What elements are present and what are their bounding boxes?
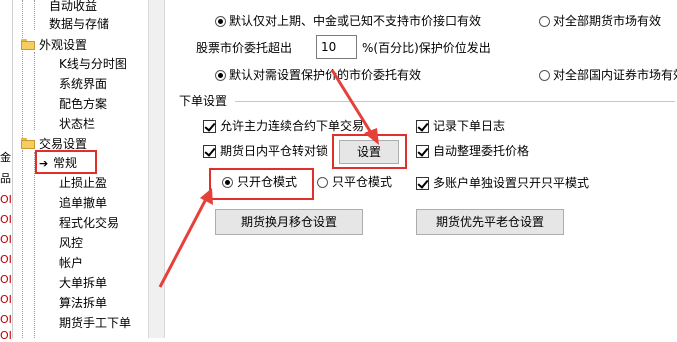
highlight-box-setup [332,134,407,169]
left-edge-panel: 金品 OI OI OI OI OI OI OI OI [0,0,13,342]
left-strip-label: OI [0,253,12,266]
checkbox-main-contract[interactable] [203,120,216,133]
radio-default-specific[interactable] [215,16,226,27]
checkbox-order-log[interactable] [416,120,429,133]
checkbox-multi-account-mode[interactable] [416,177,429,190]
radio-default-protect-price[interactable] [215,70,226,81]
tree-item-label: 程式化交易 [59,216,120,230]
tree-item-label: 自动收益 [49,0,98,13]
checkbox-order-log-label: 记录下单日志 [433,119,506,133]
left-strip-label: OI [0,273,12,286]
radio-all-securities[interactable] [539,70,550,81]
settings-panel: 默认仅对上期、中金或已知不支持市价接口有效 对全部期货市场有效 股票市价委托超出… [165,0,677,338]
checkbox-main-contract-label: 允许主力连续合约下单交易 [220,119,365,133]
checkbox-multi-account-mode-label: 多账户单独设置只开只平模式 [433,176,590,190]
tree-item-label: 算法拆单 [59,296,108,310]
tree-scrollbar[interactable] [148,0,165,338]
tree-item-label: 帐户 [59,256,84,270]
tree-group-label: 交易设置 [39,137,88,151]
tree-item-label: 追单撤单 [59,196,108,210]
order-settings-section-title: 下单设置 [179,94,228,108]
tree-item-account[interactable]: 帐户 [59,253,83,273]
folder-icon [21,39,35,50]
radio-all-futures-label: 对全部期货市场有效 [553,14,662,28]
tree-line [34,152,35,338]
highlight-box-tree [35,150,97,174]
tree-item-label: 系统界面 [59,77,108,91]
tree-item-label: 大单拆单 [59,276,108,290]
tree-item-kline[interactable]: K线与分时图 [59,54,127,74]
left-strip-label: OI [0,233,12,246]
tree-group-label: 外观设置 [39,38,88,52]
folder-icon [21,138,35,149]
tree-item-system-ui[interactable]: 系统界面 [59,74,107,94]
tree-item-label: 止损止盈 [59,176,108,190]
radio-default-protect-price-label: 默认对需设置保护价的市价委托有效 [229,68,422,82]
tree-item-label: 配色方案 [59,97,108,111]
checkbox-auto-price[interactable] [416,145,429,158]
tree-item-algo-split[interactable]: 算法拆单 [59,293,107,313]
stock-market-suffix: %(百分比)保护价位发出 [362,41,491,55]
left-strip-label: OI [0,329,12,342]
section-divider [235,101,675,102]
left-strip-label: OI [0,313,12,326]
tree-item-large-order-split[interactable]: 大单拆单 [59,273,107,293]
radio-close-only-mode-label: 只平仓模式 [332,175,393,189]
futures-rollover-button[interactable]: 期货换月移仓设置 [215,209,363,235]
tree-item-color-scheme[interactable]: 配色方案 [59,94,107,114]
tree-item-chase-cancel[interactable]: 追单撤单 [59,193,107,213]
highlight-box-open-mode [209,168,314,200]
tree-item-label: 数据与存储 [49,17,110,31]
tree-item-risk-control[interactable]: 风控 [59,233,83,253]
checkbox-intraday-lock[interactable] [203,145,216,158]
tree-item-data-storage[interactable]: 数据与存储 [49,14,109,34]
radio-default-specific-label: 默认仅对上期、中金或已知不支持市价接口有效 [229,14,482,28]
tree-line [34,52,35,130]
tree-item-label: 期货手工下单 [59,316,132,330]
left-strip-label: OI [0,193,12,206]
radio-all-futures[interactable] [539,16,550,27]
radio-all-securities-label: 对全部国内证券市场有效 [553,68,677,82]
left-strip-label: OI [0,213,12,226]
tree-item-label: 风控 [59,236,84,250]
tree-item-label: 状态栏 [59,117,96,131]
tree-item-stop-loss[interactable]: 止损止盈 [59,173,107,193]
left-strip-label: OI [0,293,12,306]
stock-market-label: 股票市价委托超出 [196,41,293,55]
tree-group-appearance[interactable]: 外观设置 [21,35,87,55]
tree-line [22,150,23,338]
stock-market-percent-input[interactable]: 10 [316,35,357,59]
tree-item-manual-futures[interactable]: 期货手工下单 [59,313,131,333]
tree-line [22,0,23,140]
left-strip-label: 品 [0,172,11,185]
radio-close-only-mode[interactable] [317,177,328,188]
tree-item-algo-trading[interactable]: 程式化交易 [59,213,119,233]
tree-item-statusbar[interactable]: 状态栏 [59,114,95,134]
checkbox-intraday-lock-label: 期货日内平仓转对锁 [220,144,329,158]
tree-line [34,0,35,30]
priority-close-old-button[interactable]: 期货优先平老仓设置 [416,209,564,235]
left-strip-label: 金 [0,151,11,164]
tree-item-label: K线与分时图 [59,57,127,71]
checkbox-auto-price-label: 自动整理委托价格 [433,144,530,158]
